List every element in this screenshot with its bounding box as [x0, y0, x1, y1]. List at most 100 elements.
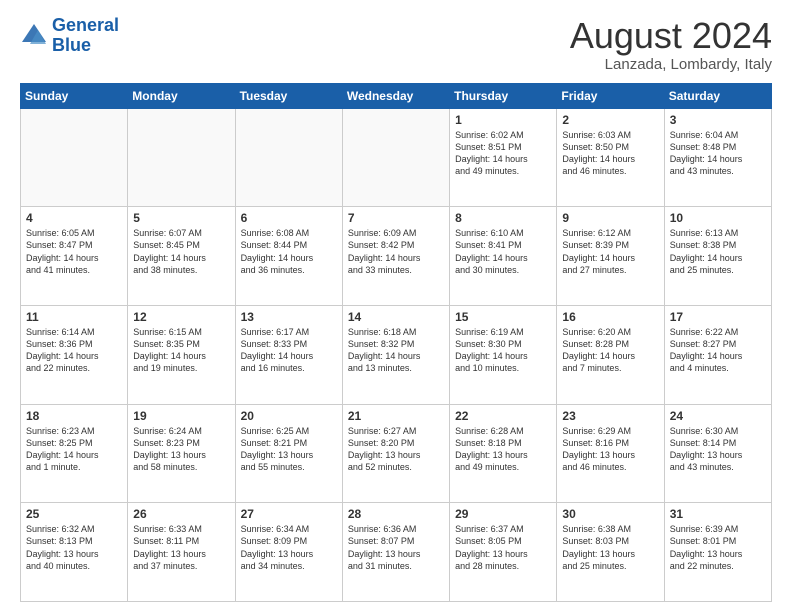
calendar-cell: [128, 108, 235, 207]
calendar-cell: 22 Sunrise: 6:28 AM Sunset: 8:18 PM Dayli…: [450, 404, 557, 503]
calendar-body: 1 Sunrise: 6:02 AM Sunset: 8:51 PM Daylig…: [21, 108, 772, 601]
calendar-cell: 1 Sunrise: 6:02 AM Sunset: 8:51 PM Daylig…: [450, 108, 557, 207]
day-info: Sunrise: 6:14 AM Sunset: 8:36 PM Dayligh…: [26, 326, 122, 375]
weekday-row: SundayMondayTuesdayWednesdayThursdayFrid…: [21, 83, 772, 108]
day-number: 22: [455, 409, 551, 423]
day-number: 27: [241, 507, 337, 521]
calendar-cell: 3 Sunrise: 6:04 AM Sunset: 8:48 PM Daylig…: [664, 108, 771, 207]
day-info: Sunrise: 6:17 AM Sunset: 8:33 PM Dayligh…: [241, 326, 337, 375]
weekday-header: Saturday: [664, 83, 771, 108]
day-number: 19: [133, 409, 229, 423]
day-number: 30: [562, 507, 658, 521]
day-info: Sunrise: 6:15 AM Sunset: 8:35 PM Dayligh…: [133, 326, 229, 375]
day-number: 8: [455, 211, 551, 225]
day-number: 21: [348, 409, 444, 423]
day-number: 28: [348, 507, 444, 521]
calendar-cell: 15Sunrise: 6:19 AM Sunset: 8:30 PM Dayli…: [450, 305, 557, 404]
day-number: 17: [670, 310, 766, 324]
calendar-cell: 21 Sunrise: 6:27 AM Sunset: 8:20 PM Dayli…: [342, 404, 449, 503]
day-number: 11: [26, 310, 122, 324]
day-info: Sunrise: 6:24 AM Sunset: 8:23 PM Dayligh…: [133, 425, 229, 474]
day-info: Sunrise: 6:32 AM Sunset: 8:13 PM Dayligh…: [26, 523, 122, 572]
calendar-week-row: 18Sunrise: 6:23 AM Sunset: 8:25 PM Dayli…: [21, 404, 772, 503]
calendar-week-row: 11 Sunrise: 6:14 AM Sunset: 8:36 PM Dayli…: [21, 305, 772, 404]
calendar-cell: 2Sunrise: 6:03 AM Sunset: 8:50 PM Daylig…: [557, 108, 664, 207]
day-number: 23: [562, 409, 658, 423]
calendar-cell: 23 Sunrise: 6:29 AM Sunset: 8:16 PM Dayli…: [557, 404, 664, 503]
day-number: 24: [670, 409, 766, 423]
logo-text: General Blue: [52, 16, 119, 56]
logo-line2: Blue: [52, 35, 91, 55]
calendar-cell: 24Sunrise: 6:30 AM Sunset: 8:14 PM Dayli…: [664, 404, 771, 503]
calendar-cell: 19 Sunrise: 6:24 AM Sunset: 8:23 PM Dayli…: [128, 404, 235, 503]
calendar-cell: 17Sunrise: 6:22 AM Sunset: 8:27 PM Dayli…: [664, 305, 771, 404]
day-number: 4: [26, 211, 122, 225]
calendar-week-row: 4 Sunrise: 6:05 AM Sunset: 8:47 PM Daylig…: [21, 207, 772, 306]
day-number: 13: [241, 310, 337, 324]
weekday-header: Monday: [128, 83, 235, 108]
calendar-table: SundayMondayTuesdayWednesdayThursdayFrid…: [20, 83, 772, 602]
calendar-cell: 8 Sunrise: 6:10 AM Sunset: 8:41 PM Daylig…: [450, 207, 557, 306]
calendar-cell: 4 Sunrise: 6:05 AM Sunset: 8:47 PM Daylig…: [21, 207, 128, 306]
day-info: Sunrise: 6:09 AM Sunset: 8:42 PM Dayligh…: [348, 227, 444, 276]
calendar-cell: 6 Sunrise: 6:08 AM Sunset: 8:44 PM Daylig…: [235, 207, 342, 306]
day-info: Sunrise: 6:07 AM Sunset: 8:45 PM Dayligh…: [133, 227, 229, 276]
day-info: Sunrise: 6:27 AM Sunset: 8:20 PM Dayligh…: [348, 425, 444, 474]
day-info: Sunrise: 6:08 AM Sunset: 8:44 PM Dayligh…: [241, 227, 337, 276]
day-number: 14: [348, 310, 444, 324]
day-number: 9: [562, 211, 658, 225]
day-info: Sunrise: 6:02 AM Sunset: 8:51 PM Dayligh…: [455, 129, 551, 178]
calendar-cell: 5Sunrise: 6:07 AM Sunset: 8:45 PM Daylig…: [128, 207, 235, 306]
day-info: Sunrise: 6:05 AM Sunset: 8:47 PM Dayligh…: [26, 227, 122, 276]
logo-line1: General: [52, 15, 119, 35]
day-info: Sunrise: 6:28 AM Sunset: 8:18 PM Dayligh…: [455, 425, 551, 474]
day-number: 1: [455, 113, 551, 127]
day-number: 25: [26, 507, 122, 521]
location: Lanzada, Lombardy, Italy: [570, 56, 772, 73]
day-number: 6: [241, 211, 337, 225]
calendar-cell: 16Sunrise: 6:20 AM Sunset: 8:28 PM Dayli…: [557, 305, 664, 404]
day-number: 7: [348, 211, 444, 225]
day-info: Sunrise: 6:29 AM Sunset: 8:16 PM Dayligh…: [562, 425, 658, 474]
calendar-cell: 14 Sunrise: 6:18 AM Sunset: 8:32 PM Dayli…: [342, 305, 449, 404]
day-number: 10: [670, 211, 766, 225]
day-info: Sunrise: 6:33 AM Sunset: 8:11 PM Dayligh…: [133, 523, 229, 572]
logo: General Blue: [20, 16, 119, 56]
calendar-week-row: 25 Sunrise: 6:32 AM Sunset: 8:13 PM Dayli…: [21, 503, 772, 602]
title-block: August 2024 Lanzada, Lombardy, Italy: [570, 16, 772, 73]
calendar-cell: 27Sunrise: 6:34 AM Sunset: 8:09 PM Dayli…: [235, 503, 342, 602]
month-year: August 2024: [570, 16, 772, 56]
calendar-cell: 26Sunrise: 6:33 AM Sunset: 8:11 PM Dayli…: [128, 503, 235, 602]
day-info: Sunrise: 6:36 AM Sunset: 8:07 PM Dayligh…: [348, 523, 444, 572]
calendar-header: SundayMondayTuesdayWednesdayThursdayFrid…: [21, 83, 772, 108]
calendar-cell: 13 Sunrise: 6:17 AM Sunset: 8:33 PM Dayli…: [235, 305, 342, 404]
calendar-cell: 29Sunrise: 6:37 AM Sunset: 8:05 PM Dayli…: [450, 503, 557, 602]
day-info: Sunrise: 6:04 AM Sunset: 8:48 PM Dayligh…: [670, 129, 766, 178]
calendar-cell: 11 Sunrise: 6:14 AM Sunset: 8:36 PM Dayli…: [21, 305, 128, 404]
calendar-cell: 9 Sunrise: 6:12 AM Sunset: 8:39 PM Daylig…: [557, 207, 664, 306]
day-info: Sunrise: 6:39 AM Sunset: 8:01 PM Dayligh…: [670, 523, 766, 572]
day-info: Sunrise: 6:19 AM Sunset: 8:30 PM Dayligh…: [455, 326, 551, 375]
day-number: 18: [26, 409, 122, 423]
calendar-cell: [235, 108, 342, 207]
day-info: Sunrise: 6:18 AM Sunset: 8:32 PM Dayligh…: [348, 326, 444, 375]
page: General Blue August 2024 Lanzada, Lombar…: [0, 0, 792, 612]
weekday-header: Wednesday: [342, 83, 449, 108]
day-number: 2: [562, 113, 658, 127]
day-number: 3: [670, 113, 766, 127]
calendar-cell: 30 Sunrise: 6:38 AM Sunset: 8:03 PM Dayli…: [557, 503, 664, 602]
header: General Blue August 2024 Lanzada, Lombar…: [20, 16, 772, 73]
day-info: Sunrise: 6:10 AM Sunset: 8:41 PM Dayligh…: [455, 227, 551, 276]
calendar-cell: 12 Sunrise: 6:15 AM Sunset: 8:35 PM Dayli…: [128, 305, 235, 404]
calendar-cell: 10Sunrise: 6:13 AM Sunset: 8:38 PM Dayli…: [664, 207, 771, 306]
day-info: Sunrise: 6:12 AM Sunset: 8:39 PM Dayligh…: [562, 227, 658, 276]
day-info: Sunrise: 6:38 AM Sunset: 8:03 PM Dayligh…: [562, 523, 658, 572]
logo-icon: [20, 22, 48, 50]
calendar-week-row: 1 Sunrise: 6:02 AM Sunset: 8:51 PM Daylig…: [21, 108, 772, 207]
calendar-cell: 20Sunrise: 6:25 AM Sunset: 8:21 PM Dayli…: [235, 404, 342, 503]
weekday-header: Thursday: [450, 83, 557, 108]
day-number: 12: [133, 310, 229, 324]
calendar-cell: [342, 108, 449, 207]
calendar-cell: 18Sunrise: 6:23 AM Sunset: 8:25 PM Dayli…: [21, 404, 128, 503]
day-number: 31: [670, 507, 766, 521]
